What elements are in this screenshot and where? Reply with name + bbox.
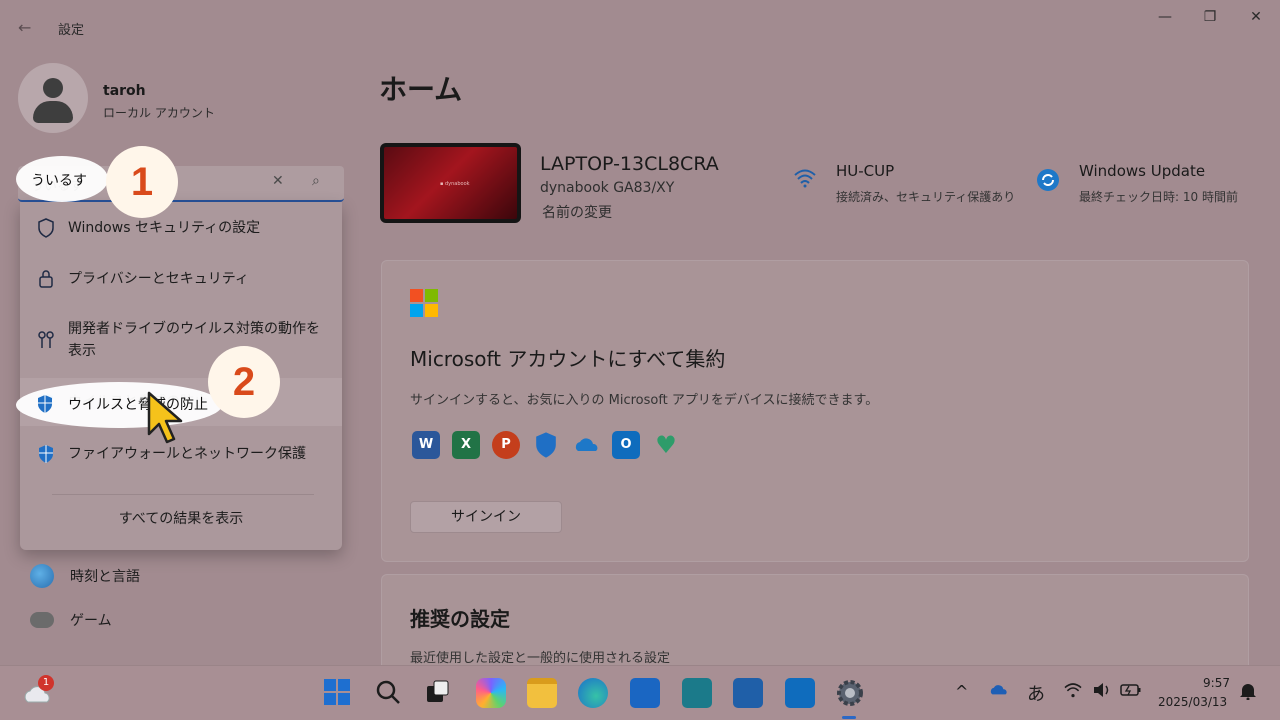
update-title: Windows Update [1079, 162, 1206, 180]
app-icon[interactable] [682, 678, 712, 708]
back-arrow-icon[interactable]: ← [18, 18, 31, 37]
lock-icon [36, 269, 56, 289]
settings-gear-icon[interactable] [835, 678, 865, 708]
minimize-icon[interactable]: — [1143, 6, 1187, 28]
wifi-tray-icon[interactable] [1063, 682, 1083, 702]
dynabook-logo-icon: ▪ dynabook [440, 181, 470, 187]
globe-clock-icon [30, 564, 54, 588]
search-result-dev-drive[interactable]: 開発者ドライブのウイルス対策の動作を表示 [20, 316, 342, 364]
clock-time[interactable]: 9:57 [1190, 676, 1230, 690]
search-result-windows-security[interactable]: Windows セキュリティの設定 [20, 216, 342, 240]
taskbar: 1 ^ あ 9:57 2025/03/13 [0, 665, 1280, 720]
signin-button[interactable]: サインイン [410, 501, 562, 533]
card-title: Microsoft アカウントにすべて集約 [410, 347, 726, 371]
search-result-label: ファイアウォールとネットワーク保護 [68, 446, 306, 462]
update-sync-icon [1036, 168, 1060, 197]
onedrive-icon [572, 431, 600, 459]
outlook-icon[interactable] [785, 678, 815, 708]
divider [52, 494, 314, 495]
sidebar-item-gaming[interactable]: ゲーム [30, 610, 112, 630]
battery-icon[interactable] [1120, 682, 1142, 702]
ime-indicator[interactable]: あ [1027, 680, 1045, 706]
card-description: 最近使用した設定と一般的に使用される設定 [410, 651, 671, 665]
update-status-text: 最終チェック日時: 10 時間前 [1079, 190, 1238, 204]
close-icon[interactable]: ✕ [1234, 6, 1278, 28]
mouse-cursor-icon [147, 391, 183, 444]
running-indicator [842, 716, 856, 719]
title-bar: ← 設定 — ❐ ✕ [0, 0, 1280, 48]
search-icon[interactable]: ⌕ [312, 173, 320, 189]
avatar-body-icon [33, 101, 73, 123]
network-status-text: 接続済み、セキュリティ保護あり [836, 190, 1016, 204]
app-grid-icon[interactable] [733, 678, 763, 708]
annotation-result-text: ウイルスと脅威の防止 [68, 397, 208, 413]
clock-date[interactable]: 2025/03/13 [1158, 695, 1227, 709]
notification-bell-icon[interactable] [1238, 682, 1258, 704]
task-view-icon[interactable] [424, 678, 454, 708]
store-icon[interactable] [630, 678, 660, 708]
microsoft-logo-icon [410, 289, 438, 317]
card-description: サインインすると、お気に入りの Microsoft アプリをデバイスに接続できま… [410, 393, 879, 408]
search-icon[interactable] [374, 678, 404, 708]
dev-drive-icon [36, 330, 56, 350]
step-2-badge: 2 [208, 346, 280, 418]
chevron-up-icon[interactable]: ^ [955, 682, 968, 701]
annotation-highlight: ウイルスと脅威の防止 [16, 382, 222, 428]
show-all-results-button[interactable]: すべての結果を表示 [20, 508, 342, 528]
shield-filled-icon [36, 444, 56, 464]
excel-icon: X [452, 431, 480, 459]
rename-link[interactable]: 名前の変更 [542, 202, 612, 222]
restore-icon[interactable]: ❐ [1188, 6, 1232, 28]
device-screen: ▪ dynabook [384, 147, 517, 219]
defender-icon [532, 431, 560, 459]
search-result-privacy[interactable]: プライバシーとセキュリティ [20, 267, 342, 291]
onedrive-tray-icon[interactable] [988, 682, 1010, 702]
device-model: dynabook GA83/XY [540, 180, 675, 196]
device-image: ▪ dynabook [380, 143, 521, 223]
start-icon[interactable] [323, 678, 353, 708]
family-icon: ♥ [655, 431, 677, 459]
search-suggestions: Windows セキュリティの設定 プライバシーとセキュリティ 開発者ドライブの… [20, 202, 342, 550]
file-explorer-icon[interactable] [527, 678, 557, 708]
user-name: taroh [103, 83, 146, 99]
edge-icon[interactable] [578, 678, 608, 708]
card-title: 推奨の設定 [410, 607, 510, 631]
sidebar-item-label: 時刻と言語 [70, 569, 140, 585]
copilot-icon[interactable] [476, 678, 506, 708]
microsoft-account-card: Microsoft アカウントにすべて集約 サインインすると、お気に入りの Mi… [381, 260, 1249, 562]
step-1-badge: 1 [106, 146, 178, 218]
network-name: HU-CUP [836, 162, 895, 180]
avatar-head-icon [43, 78, 63, 98]
volume-icon[interactable] [1092, 682, 1112, 702]
sidebar-item-label: ゲーム [70, 613, 112, 629]
shield-outline-icon [36, 218, 56, 238]
search-result-label: プライバシーとセキュリティ [68, 271, 249, 287]
word-icon: W [412, 431, 440, 459]
device-name: LAPTOP-13CL8CRA [540, 153, 719, 175]
powerpoint-icon: P [492, 431, 520, 459]
wifi-icon [793, 168, 817, 193]
outlook-icon: O [612, 431, 640, 459]
settings-window: ← 設定 — ❐ ✕ taroh ローカル アカウント ういるす ✕ ⌕ Win… [0, 0, 1280, 665]
gamepad-icon [30, 612, 54, 628]
avatar[interactable] [18, 63, 88, 133]
search-result-label: Windows セキュリティの設定 [68, 220, 261, 236]
recommended-settings-card: 推奨の設定 最近使用した設定と一般的に使用される設定 [381, 574, 1249, 665]
sidebar-item-time-language[interactable]: 時刻と言語 [30, 564, 140, 588]
annotation-highlight: ういるす [16, 156, 108, 202]
search-result-label: 開発者ドライブのウイルス対策の動作を表示 [68, 321, 320, 359]
notification-badge: 1 [38, 675, 54, 691]
user-account-type: ローカル アカウント [103, 106, 215, 120]
page-title: ホーム [379, 73, 463, 106]
app-icons: W X P O ♥ [412, 431, 692, 459]
window-title: 設定 [58, 23, 85, 38]
clear-icon[interactable]: ✕ [272, 173, 284, 189]
shield-filled-icon [38, 395, 52, 413]
annotation-search-text: ういるす [31, 173, 87, 189]
